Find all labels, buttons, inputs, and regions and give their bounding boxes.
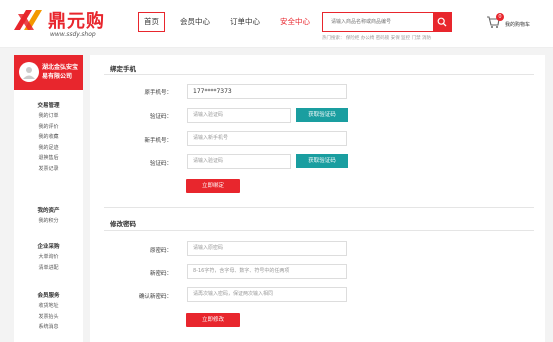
section-divider (104, 207, 534, 208)
search-button[interactable] (433, 13, 451, 31)
company-name: 湖北金弘安宝易有限公司 (42, 64, 79, 80)
sidebar-group-title: 会员服务 (37, 293, 60, 299)
confirm-password-input[interactable]: 请再次输入密码，保证两次输入相同 (187, 287, 347, 302)
sidebar-item-my-history[interactable]: 我的足迹 (14, 143, 83, 154)
search-input[interactable] (323, 13, 434, 31)
old-password-input[interactable]: 请输入原密码 (187, 241, 347, 256)
avatar[interactable] (19, 62, 39, 82)
verification-code-input[interactable]: 请输入验证码 (187, 108, 291, 123)
section-divider (104, 230, 534, 231)
new-phone-label: 新手机号： (144, 138, 172, 144)
old-password-label: 原密码： (149, 248, 172, 254)
change-password-title: 修改密码 (110, 220, 136, 228)
search-box (322, 12, 452, 32)
get-code-button[interactable]: 获取验证码 (296, 108, 348, 122)
code-label: 验证码： (149, 114, 172, 120)
brand-url: www.ssdy.shop (50, 31, 96, 38)
cart-count-badge: 0 (496, 13, 504, 21)
sidebar-item-system-messages[interactable]: 系统消息 (14, 322, 83, 333)
sidebar-item-invoice-title[interactable]: 发票抬头 (14, 312, 83, 323)
security-main: 绑定手机 原手机号： 177****7373 验证码： 请输入验证码 获取验证码… (90, 55, 545, 342)
new-phone-input[interactable]: 请输入新手机号 (187, 131, 347, 146)
sidebar-group-title: 我的资产 (37, 208, 60, 214)
sidebar-item-my-favorites[interactable]: 我的收藏 (14, 132, 83, 143)
sidebar-item-my-reviews[interactable]: 我的评价 (14, 122, 83, 133)
change-now-button[interactable]: 立即修改 (186, 313, 240, 327)
code2-label: 验证码： (149, 161, 172, 167)
bind-phone-title: 绑定手机 (110, 65, 136, 73)
user-avatar-icon (23, 67, 35, 79)
sidebar-item-my-orders[interactable]: 我的订单 (14, 111, 83, 122)
cart-label: 我的购物车 (505, 22, 531, 28)
hot-search-words[interactable]: 热门搜索： 保险柜 办公椅 密码锁 安保 监控 门禁 消防 (322, 35, 431, 41)
sidebar-group-title: 企业采购 (37, 244, 60, 250)
main-nav: 首页 会员中心 订单中心 安全中心 (138, 12, 325, 32)
bind-now-button[interactable]: 立即绑定 (186, 179, 240, 193)
sidebar-item-shipping-address[interactable]: 收货地址 (14, 301, 83, 312)
company-card: 湖北金弘安宝易有限公司 (14, 55, 83, 90)
site-header: 鼎元购 www.ssdy.shop 首页 会员中心 订单中心 安全中心 热门搜索… (0, 0, 553, 48)
confirm-password-label: 确认新密码： (138, 294, 172, 300)
sidebar-item-list-matching[interactable]: 清单进配 (14, 263, 83, 274)
cart-link[interactable]: 0 我的购物车 (486, 13, 546, 34)
sidebar-group-assets: 我的资产 我的积分 (14, 207, 83, 227)
new-phone-code-input[interactable]: 请输入验证码 (187, 154, 291, 169)
brand-name: 鼎元购 (48, 11, 105, 32)
sidebar-group-trade: 交易管理 我的订单 我的评价 我的收藏 我的足迹 退换售后 发票记录 (14, 102, 83, 174)
old-phone-field: 177****7373 (187, 84, 347, 99)
sidebar-group-purchasing: 企业采购 大单询价 清单进配 (14, 243, 83, 273)
member-sidebar: 湖北金弘安宝易有限公司 交易管理 我的订单 我的评价 我的收藏 我的足迹 退换售… (14, 55, 83, 342)
get-code2-button[interactable]: 获取验证码 (296, 154, 348, 168)
search-icon (437, 17, 447, 27)
sidebar-item-bulk-inquiry[interactable]: 大单询价 (14, 252, 83, 263)
nav-order-center[interactable]: 订单中心 (225, 12, 265, 32)
sidebar-group-member-service: 会员服务 收货地址 发票抬头 系统消息 (14, 292, 83, 333)
new-password-input[interactable]: 8-16字符，含字母、数字、符号中的任两项 (187, 264, 347, 279)
section-divider (104, 74, 534, 75)
sidebar-group-title: 交易管理 (37, 103, 60, 109)
new-password-label: 新密码： (149, 271, 172, 277)
sidebar-item-returns[interactable]: 退换售后 (14, 153, 83, 164)
old-phone-label: 原手机号： (144, 90, 172, 96)
sidebar-item-invoice-records[interactable]: 发票记录 (14, 164, 83, 175)
nav-member-center[interactable]: 会员中心 (175, 12, 215, 32)
nav-security-center[interactable]: 安全中心 (275, 12, 315, 32)
logo-mark-icon (14, 10, 42, 30)
site-logo[interactable]: 鼎元购 www.ssdy.shop (14, 6, 124, 42)
sidebar-item-my-points[interactable]: 我的积分 (14, 216, 83, 227)
nav-home[interactable]: 首页 (138, 12, 165, 32)
